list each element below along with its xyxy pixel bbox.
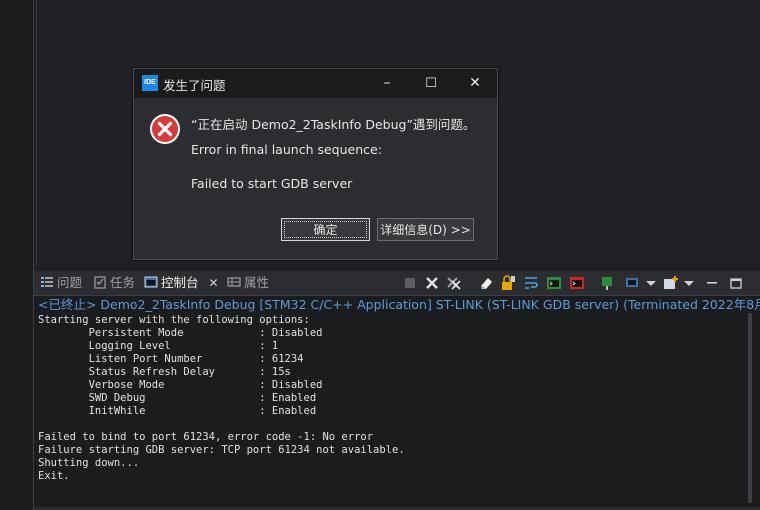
vertical-scrollbar[interactable] [748,313,752,503]
clear-console-icon[interactable] [478,275,494,291]
dialog-title: 发生了问题 [163,78,226,93]
show-console-on-output-icon[interactable] [546,275,562,291]
console-line: Starting server with the following optio… [38,314,310,326]
tab-tasks[interactable]: 任务 [93,271,135,295]
ide-app-icon: IDE [142,75,158,91]
console-line: Listen Port Number : 61234 [38,353,304,365]
pin-console-icon[interactable] [599,275,615,291]
dialog-message-reason: Failed to start GDB server [191,176,353,191]
tab-properties-label: 属性 [244,275,270,290]
tab-problems-label: 问题 [57,275,83,290]
dialog-message-main: “正在启动 Demo2_2TaskInfo Debug”遇到问题。 [191,117,476,132]
maximize-view-icon[interactable] [728,275,744,291]
dialog-titlebar[interactable]: IDE 发生了问题 – ☐ ✕ [134,69,497,98]
panel-tabbar: 问题 任务 控制台 ✕ 属性 [34,271,760,296]
console-line: Verbose Mode : Disabled [38,379,323,391]
console-line: Status Refresh Delay : 15s [38,366,291,378]
console-panel: 问题 任务 控制台 ✕ 属性 <已终止> Demo2_2TaskInfo Deb… [34,271,760,510]
left-sidebar-strip [0,0,34,510]
console-line: SWD Debug : Enabled [38,392,317,404]
chevron-down-icon[interactable] [643,275,659,291]
error-icon [150,114,180,144]
tasks-icon [94,276,106,289]
console-status-line: <已终止> Demo2_2TaskInfo Debug [STM32 C/C++… [38,297,760,312]
console-line: Exit. [38,470,70,482]
display-console-icon[interactable] [625,275,641,291]
console-line: Shutting down... [38,457,140,469]
minimize-view-icon[interactable] [704,275,720,291]
scroll-lock-icon[interactable] [500,275,516,291]
console-line: Persistent Mode : Disabled [38,327,323,339]
terminate-icon[interactable] [402,275,418,291]
details-button[interactable]: 详细信息(D) >> [377,218,474,241]
tab-tasks-label: 任务 [110,275,136,290]
minimize-icon[interactable]: – [365,69,409,98]
open-console-icon[interactable] [663,275,679,291]
tab-problems[interactable]: 问题 [40,271,82,295]
tab-console[interactable]: 控制台 ✕ [144,271,219,295]
tab-properties[interactable]: 属性 [227,271,269,295]
word-wrap-icon[interactable] [523,275,539,291]
tab-console-label: 控制台 [161,275,199,290]
console-line: Failed to bind to port 61234, error code… [38,431,374,443]
dialog-message-detail: Error in final launch sequence: [191,142,382,157]
error-dialog: IDE 发生了问题 – ☐ ✕ “正在启动 Demo2_2TaskInfo De… [133,68,498,260]
maximize-icon[interactable]: ☐ [409,69,453,98]
show-console-on-error-icon[interactable] [569,275,585,291]
properties-icon [227,277,241,287]
chevron-down-icon[interactable] [681,275,697,291]
ok-button[interactable]: 确定 [281,218,370,241]
close-icon[interactable]: ✕ [453,69,497,98]
tab-console-close-icon[interactable]: ✕ [209,276,219,290]
ok-button-label: 确定 [313,223,338,237]
problems-icon [41,277,53,287]
console-line: InitWhile : Enabled [38,405,317,417]
console-line: Logging Level : 1 [38,340,279,352]
remove-all-terminated-icon[interactable] [446,275,462,291]
console-icon [144,276,158,288]
console-line: Failure starting GDB server: TCP port 61… [38,444,405,456]
remove-launch-icon[interactable] [424,275,440,291]
editor-divider [36,0,37,265]
console-output[interactable]: Starting server with the following optio… [38,314,746,506]
